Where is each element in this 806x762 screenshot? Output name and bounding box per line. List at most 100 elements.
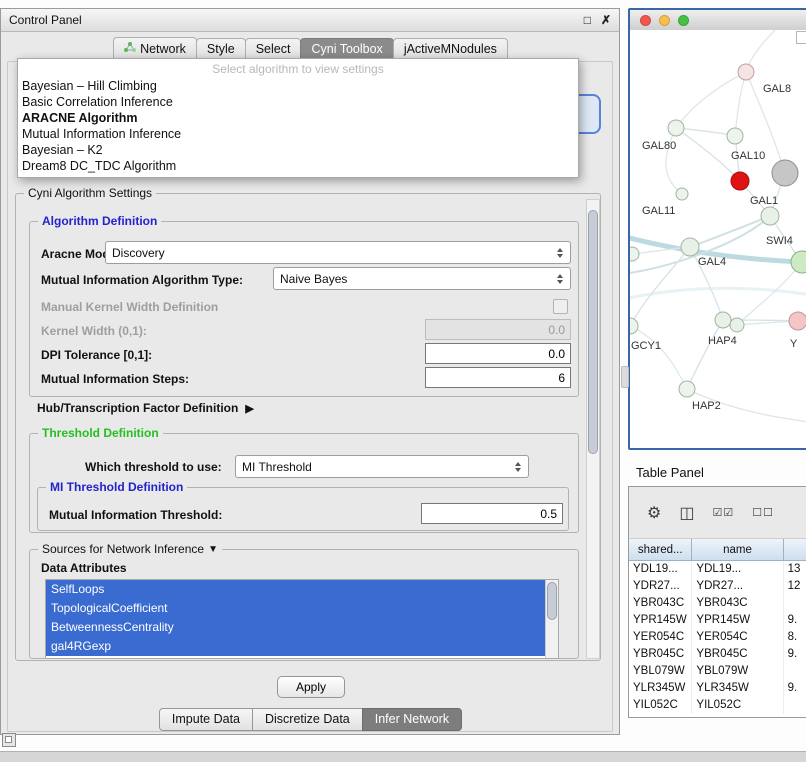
- cell: YBL079W: [692, 663, 783, 680]
- combo-stepper-icon: [554, 248, 566, 258]
- node-label: GAL4: [698, 256, 726, 268]
- panel-splitter-handle[interactable]: [621, 366, 629, 388]
- table-toolbar: ⚙ ◫ ☑☑ ☐☐: [629, 487, 806, 539]
- selected-value: Naive Bayes: [280, 272, 554, 286]
- algorithm-option[interactable]: Dream8 DC_TDC Algorithm: [18, 158, 578, 174]
- cell: YDR27...: [629, 578, 692, 595]
- cell: 13: [784, 561, 806, 578]
- algorithm-option-selected[interactable]: ARACNE Algorithm: [18, 110, 578, 126]
- network-node-mid[interactable]: [730, 318, 744, 332]
- aracne-mode-select[interactable]: Discovery: [105, 241, 571, 264]
- select-all-icon[interactable]: ☑☑: [712, 506, 734, 519]
- network-canvas[interactable]: GAL8 GAL80 GAL10 GAL11 GAL1 SWI4 GAL4 GC…: [630, 30, 806, 448]
- tab-discretize-data[interactable]: Discretize Data: [252, 708, 363, 731]
- network-node-gal11[interactable]: [676, 188, 688, 200]
- network-node-left-edge[interactable]: [630, 247, 639, 261]
- attribute-item-selected[interactable]: gal4RGexp: [46, 637, 545, 656]
- node-label: GAL80: [642, 140, 676, 152]
- network-node-pink[interactable]: [789, 312, 806, 330]
- table-header-row: shared... name: [629, 539, 806, 561]
- settings-gear-icon[interactable]: ⚙: [647, 503, 661, 523]
- network-node-gal10[interactable]: [727, 128, 743, 144]
- algorithm-option[interactable]: Bayesian – K2: [18, 142, 578, 158]
- algorithm-option[interactable]: Basic Correlation Inference: [18, 94, 578, 110]
- table-row[interactable]: YER054C YER054C 8.: [629, 629, 806, 646]
- dpi-tolerance-label: DPI Tolerance [0,1]:: [41, 348, 152, 362]
- deselect-all-icon[interactable]: ☐☐: [752, 506, 774, 519]
- scrollbar-thumb[interactable]: [547, 582, 557, 620]
- network-node-hap2[interactable]: [679, 381, 695, 397]
- cell: 8.: [784, 629, 806, 646]
- mi-threshold-field[interactable]: [421, 503, 563, 524]
- attribute-item-selected[interactable]: TopologicalCoefficient: [46, 599, 545, 618]
- column-header-name[interactable]: name: [692, 539, 783, 561]
- cell: YDL19...: [692, 561, 783, 578]
- window-zoom-button[interactable]: [678, 15, 689, 26]
- network-node-hap4[interactable]: [715, 312, 731, 328]
- data-attributes-list[interactable]: SelfLoops TopologicalCoefficient Between…: [45, 579, 559, 659]
- node-label: SWI4: [766, 235, 793, 247]
- cell: YBR045C: [692, 646, 783, 663]
- network-view-window: GAL8 GAL80 GAL10 GAL11 GAL1 SWI4 GAL4 GC…: [628, 8, 806, 450]
- tab-infer-network[interactable]: Infer Network: [362, 708, 462, 731]
- network-node-red-selected[interactable]: [731, 172, 749, 190]
- cell: YLR345W: [692, 680, 783, 697]
- collapsed-panel-icon[interactable]: [2, 733, 16, 747]
- algorithm-option[interactable]: Mutual Information Inference: [18, 126, 578, 142]
- node-label: GAL8: [763, 83, 791, 95]
- window-minimize-button[interactable]: [659, 15, 670, 26]
- table-row[interactable]: YDL19... YDL19... 13: [629, 561, 806, 578]
- table-row[interactable]: YIL052C YIL052C: [629, 697, 806, 714]
- float-window-icon[interactable]: □: [584, 13, 591, 27]
- sources-group-title[interactable]: Sources for Network Inference ▼: [38, 542, 222, 556]
- tab-impute-data[interactable]: Impute Data: [159, 708, 253, 731]
- attributes-list-scrollbar[interactable]: [545, 580, 558, 658]
- network-node-gcy1[interactable]: [630, 318, 638, 334]
- tab-label: Style: [207, 42, 235, 56]
- table-row[interactable]: YBR043C YBR043C: [629, 595, 806, 612]
- table-row[interactable]: YBR045C YBR045C 9.: [629, 646, 806, 663]
- dpi-tolerance-field[interactable]: [425, 343, 571, 364]
- algorithm-placeholder: Select algorithm to view settings: [18, 59, 578, 78]
- network-node-gal1[interactable]: [761, 207, 779, 225]
- group-title: Threshold Definition: [38, 426, 163, 440]
- network-node-gray[interactable]: [772, 160, 798, 186]
- network-scrollbar-corner[interactable]: [796, 31, 806, 44]
- hub-definition-toggle[interactable]: Hub/Transcription Factor Definition ▶: [37, 401, 254, 415]
- cell: YER054C: [629, 629, 692, 646]
- table-panel-window: ⚙ ◫ ☑☑ ☐☐ shared... name YDL19... YDL19.…: [628, 486, 806, 718]
- network-node-swi4[interactable]: [791, 251, 806, 273]
- network-node-gal8[interactable]: [738, 64, 754, 80]
- cell: YDL19...: [629, 561, 692, 578]
- table-row[interactable]: YPR145W YPR145W 9.: [629, 612, 806, 629]
- algorithm-option[interactable]: Bayesian – Hill Climbing: [18, 78, 578, 94]
- network-window-titlebar[interactable]: [630, 10, 806, 31]
- tab-label: Select: [256, 42, 291, 56]
- algorithm-dropdown-popup: Select algorithm to view settings Bayesi…: [17, 58, 579, 178]
- table-row[interactable]: YBL079W YBL079W: [629, 663, 806, 680]
- column-selector-icon[interactable]: ◫: [679, 503, 694, 523]
- settings-vertical-scrollbar[interactable]: [586, 199, 600, 659]
- apply-button[interactable]: Apply: [277, 676, 345, 698]
- mi-steps-field[interactable]: [425, 367, 571, 388]
- attribute-item-selected[interactable]: BetweennessCentrality: [46, 618, 545, 637]
- network-node-gal80[interactable]: [668, 120, 684, 136]
- mi-type-select[interactable]: Naive Bayes: [273, 267, 571, 290]
- node-label: GCY1: [631, 340, 661, 352]
- column-header-shared-name[interactable]: shared...: [629, 539, 692, 561]
- attribute-item-selected[interactable]: SelfLoops: [46, 580, 545, 599]
- network-node-gal4[interactable]: [681, 238, 699, 256]
- window-close-button[interactable]: [640, 15, 651, 26]
- close-icon[interactable]: ✗: [601, 13, 611, 27]
- cell: 12: [784, 578, 806, 595]
- data-attributes-label: Data Attributes: [41, 561, 127, 575]
- table-row[interactable]: YLR345W YLR345W 9.: [629, 680, 806, 697]
- hub-definition-label: Hub/Transcription Factor Definition: [37, 401, 238, 415]
- column-header-cut[interactable]: [784, 539, 806, 561]
- group-title: Cyni Algorithm Settings: [24, 186, 156, 200]
- cell: YBR043C: [629, 595, 692, 612]
- collapse-down-icon: ▼: [208, 544, 218, 555]
- scrollbar-thumb[interactable]: [588, 210, 598, 454]
- table-row[interactable]: YDR27... YDR27... 12: [629, 578, 806, 595]
- which-threshold-select[interactable]: MI Threshold: [235, 455, 529, 478]
